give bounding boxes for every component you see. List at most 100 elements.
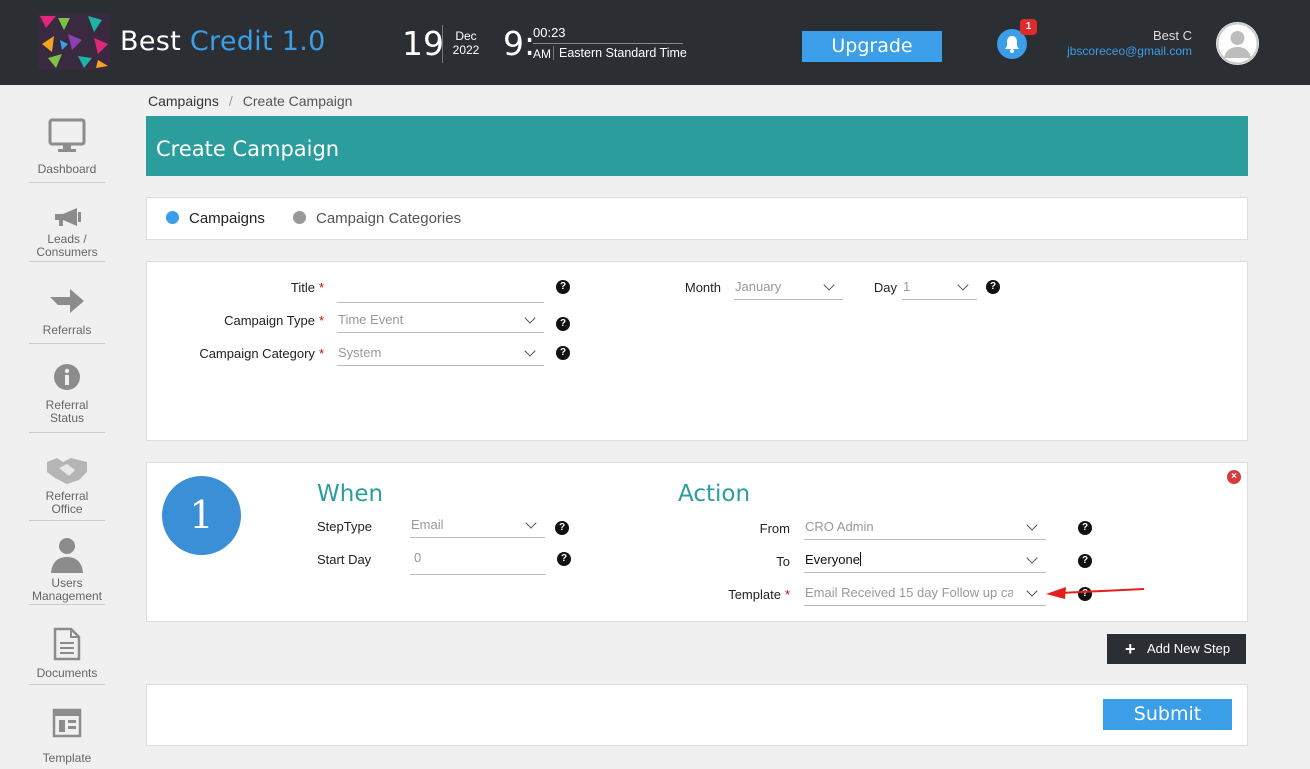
brand-logo[interactable] xyxy=(38,14,110,70)
annotation-arrow-icon xyxy=(1046,587,1145,599)
steptype-select[interactable]: Email xyxy=(410,514,545,538)
to-select[interactable]: Everyone xyxy=(804,549,1046,573)
time-divider xyxy=(533,43,683,44)
add-new-step-button[interactable]: + Add New Step xyxy=(1107,634,1246,664)
chevron-down-icon xyxy=(1026,585,1038,597)
breadcrumb-current: Create Campaign xyxy=(242,93,353,109)
user-email[interactable]: jbscoreceo@gmail.com xyxy=(1040,44,1192,58)
arrow-icon xyxy=(50,289,84,313)
tab-campaign-categories-label: Campaign Categories xyxy=(316,210,462,227)
sidebar-item-referrals[interactable]: Referrals xyxy=(29,287,105,344)
start-day-input[interactable]: 0 xyxy=(410,547,546,575)
tab-active-dot-icon xyxy=(166,211,179,224)
chevron-down-icon xyxy=(1026,519,1038,531)
campaign-type-label-text: Campaign Type xyxy=(224,313,315,328)
sidebar-label-documents: Documents xyxy=(36,666,98,680)
page-title: Create Campaign xyxy=(156,137,340,161)
campaign-category-help-icon[interactable]: ? xyxy=(556,346,570,360)
start-day-label: Start Day xyxy=(317,552,372,567)
sidebar-item-users-management[interactable]: Users Management xyxy=(29,537,105,605)
chevron-down-icon xyxy=(525,517,537,529)
to-value: Everyone xyxy=(805,552,860,567)
handshake-icon xyxy=(47,458,87,484)
sidebar-label-referrals: Referrals xyxy=(42,323,92,337)
chevron-down-icon xyxy=(524,345,536,357)
from-label: From xyxy=(759,521,790,536)
campaign-type-select[interactable]: Time Event xyxy=(337,309,544,333)
tab-campaign-categories[interactable]: Campaign Categories xyxy=(293,210,461,227)
template-value: Email Received 15 day Follow up ca xyxy=(805,585,1013,600)
document-icon xyxy=(53,627,81,661)
sidebar-item-referral-status[interactable]: Referral Status xyxy=(29,363,105,433)
steptype-value: Email xyxy=(411,517,444,532)
tab-campaigns[interactable]: Campaigns xyxy=(166,210,265,227)
title-input[interactable] xyxy=(337,279,544,303)
required-mark: * xyxy=(318,346,324,361)
sidebar-item-leads[interactable]: Leads / Consumers xyxy=(29,206,105,262)
breadcrumb-separator: / xyxy=(228,93,233,109)
day-value: 1 xyxy=(903,279,911,294)
title-label-text: Title xyxy=(290,280,315,295)
time-minutes: 00:23 xyxy=(533,25,566,40)
sidebar-item-documents[interactable]: Documents xyxy=(29,627,105,685)
when-heading: When xyxy=(317,481,384,507)
campaign-category-select[interactable]: System xyxy=(337,342,544,366)
sidebar-label-template: Template xyxy=(42,751,92,765)
start-day-help-icon[interactable]: ? xyxy=(557,552,571,566)
date-day: 19 xyxy=(402,24,444,63)
sidebar-label-users-management: Users Management xyxy=(31,576,103,603)
time-ampm: AM xyxy=(533,47,551,61)
required-mark: * xyxy=(318,280,324,295)
tab-campaigns-label: Campaigns xyxy=(189,210,265,227)
bell-icon xyxy=(1005,36,1019,53)
sidebar-item-dashboard[interactable]: Dashboard xyxy=(29,118,105,183)
user-name[interactable]: Best C xyxy=(1060,28,1192,43)
from-value: CRO Admin xyxy=(805,519,874,534)
template-select[interactable]: Email Received 15 day Follow up ca xyxy=(804,582,1046,606)
monitor-icon xyxy=(48,118,86,152)
from-select[interactable]: CRO Admin xyxy=(804,516,1046,540)
chevron-down-icon xyxy=(524,312,536,324)
day-select[interactable]: 1 xyxy=(902,276,977,300)
month-value: January xyxy=(735,279,782,294)
sidebar-label-leads: Leads / Consumers xyxy=(29,233,105,259)
required-mark: * xyxy=(318,313,324,328)
steptype-label: StepType xyxy=(317,519,372,534)
day-help-icon[interactable]: ? xyxy=(986,280,1000,294)
date-year: 2022 xyxy=(452,43,480,57)
campaign-category-value: System xyxy=(338,345,382,360)
date-month: Dec xyxy=(455,29,477,43)
top-header: Best Credit 1.0 19 Dec 2022 9: 00:23 AM … xyxy=(0,0,1310,85)
user-icon xyxy=(51,538,83,573)
breadcrumb: Campaigns / Create Campaign xyxy=(148,93,352,109)
upgrade-button[interactable]: Upgrade xyxy=(802,31,942,62)
brand-main: Best xyxy=(120,26,190,57)
info-icon xyxy=(54,364,80,390)
campaign-type-label: Campaign Type * xyxy=(180,313,324,328)
campaign-type-help-icon[interactable]: ? xyxy=(556,317,570,331)
page-title-bar: Create Campaign xyxy=(146,116,1248,176)
user-avatar-icon xyxy=(1216,22,1259,65)
submit-button[interactable]: Submit xyxy=(1103,699,1232,730)
to-help-icon[interactable]: ? xyxy=(1078,554,1092,568)
steptype-help-icon[interactable]: ? xyxy=(555,521,569,535)
text-cursor xyxy=(859,552,861,566)
avatar[interactable] xyxy=(1216,22,1259,65)
add-new-step-label: Add New Step xyxy=(1147,641,1231,656)
submit-panel xyxy=(146,684,1248,746)
breadcrumb-campaigns[interactable]: Campaigns xyxy=(148,93,219,109)
month-select[interactable]: January xyxy=(734,276,843,300)
sidebar-label-referral-status: Referral Status xyxy=(45,398,89,425)
sidebar-item-template[interactable]: Template xyxy=(29,708,105,769)
from-help-icon[interactable]: ? xyxy=(1078,521,1092,535)
campaign-type-value: Time Event xyxy=(338,312,404,327)
time-hour: 9: xyxy=(503,24,536,63)
sidebar-label-referral-office: Referral Office xyxy=(45,489,89,516)
month-label: Month xyxy=(684,280,721,295)
title-label: Title * xyxy=(200,280,324,295)
remove-step-icon[interactable]: × xyxy=(1227,470,1241,484)
sidebar-item-referral-office[interactable]: Referral Office xyxy=(29,454,105,521)
title-help-icon[interactable]: ? xyxy=(556,280,570,294)
brand-accent: Credit 1.0 xyxy=(189,26,326,57)
required-mark: * xyxy=(784,587,790,602)
